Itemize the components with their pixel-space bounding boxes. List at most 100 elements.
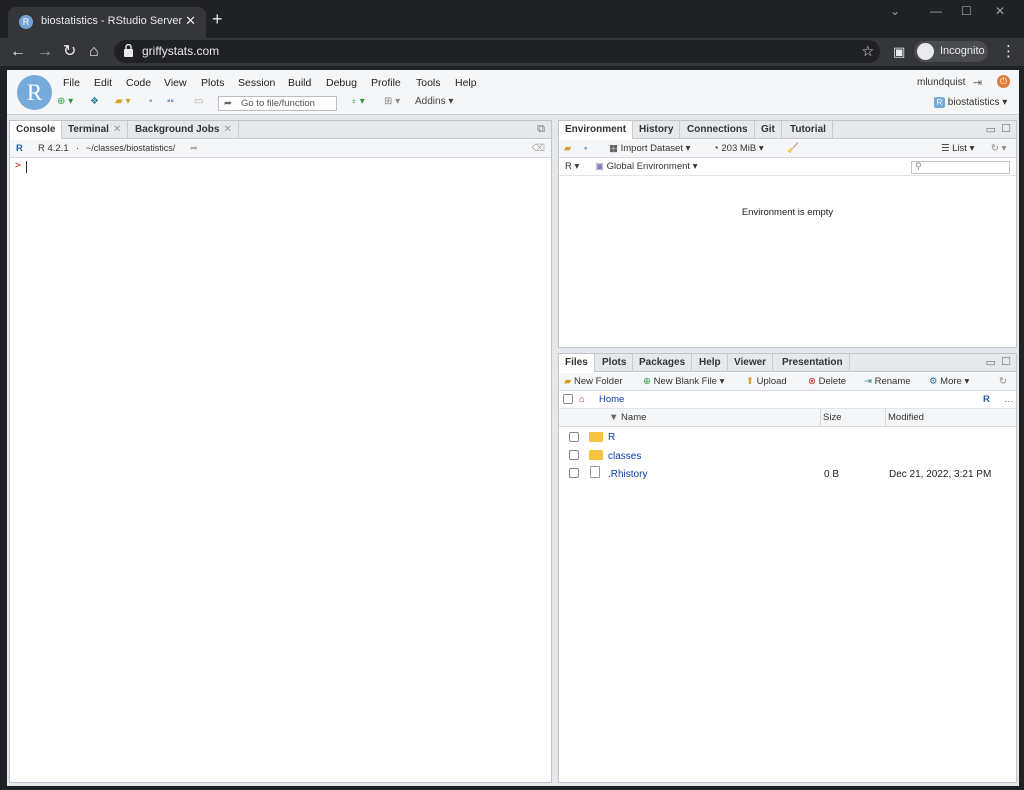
upload-button[interactable]: ⬆ Upload: [746, 376, 787, 387]
tab-presentation[interactable]: Presentation: [776, 354, 850, 372]
column-modified[interactable]: Modified: [888, 412, 924, 423]
file-row-classes[interactable]: classes: [559, 446, 1016, 464]
maximize-pane-icon[interactable]: ☐: [1001, 122, 1011, 135]
clear-workspace-icon[interactable]: 🧹: [787, 143, 799, 154]
menu-build[interactable]: Build: [288, 77, 311, 89]
close-jobs-icon[interactable]: ✕: [223, 124, 231, 135]
menu-code[interactable]: Code: [126, 77, 151, 89]
close-tab-icon[interactable]: ✕: [185, 13, 196, 29]
view-mode-select[interactable]: ☰ List ▾: [941, 143, 974, 154]
delete-button[interactable]: ⊗ Delete: [808, 376, 846, 387]
refresh-files-icon[interactable]: ↻: [999, 376, 1007, 387]
git-icon[interactable]: ⍖ ▾: [351, 96, 365, 107]
tab-terminal[interactable]: Terminal ✕: [62, 121, 129, 139]
window-close-icon[interactable]: ✕: [995, 4, 1005, 18]
menu-view[interactable]: View: [164, 77, 187, 89]
new-blank-file-button[interactable]: ⊕ New Blank File ▾: [643, 376, 724, 387]
arrow-right-icon: ➦: [224, 98, 232, 109]
tab-packages[interactable]: Packages: [633, 354, 693, 372]
bookmark-star-icon[interactable]: ☆: [861, 43, 874, 60]
import-dataset-button[interactable]: ▦ Import Dataset ▾: [609, 143, 690, 154]
console-input-area[interactable]: [10, 159, 551, 782]
column-size[interactable]: Size: [823, 412, 841, 423]
menu-session[interactable]: Session: [238, 77, 275, 89]
tab-history[interactable]: History: [633, 121, 681, 139]
restore-pane-icon[interactable]: ⧉: [537, 123, 545, 136]
file-name[interactable]: classes: [608, 451, 641, 462]
save-all-icon[interactable]: ▪▪: [167, 96, 174, 107]
tab-files[interactable]: Files: [559, 354, 595, 372]
file-name[interactable]: R: [608, 432, 615, 443]
go-to-dir-icon[interactable]: ➦: [190, 143, 198, 154]
minimize-files-pane-icon[interactable]: ▭: [986, 356, 996, 369]
forward-icon[interactable]: →: [37, 42, 53, 62]
home-icon[interactable]: ⌂: [89, 42, 99, 62]
back-icon[interactable]: ←: [10, 42, 26, 62]
tab-plots[interactable]: Plots: [596, 354, 634, 372]
menu-help[interactable]: Help: [455, 77, 477, 89]
menu-file[interactable]: File: [63, 77, 80, 89]
more-button[interactable]: ⚙ More ▾: [929, 376, 969, 387]
scope-select[interactable]: ▣ Global Environment ▾: [595, 161, 697, 172]
load-workspace-icon[interactable]: ▰: [564, 143, 571, 154]
menu-edit[interactable]: Edit: [94, 77, 112, 89]
maximize-icon[interactable]: ☐: [961, 4, 972, 18]
menu-debug[interactable]: Debug: [326, 77, 357, 89]
project-menu[interactable]: R biostatistics ▾: [934, 97, 1007, 108]
go-to-project-dir-icon[interactable]: R: [983, 394, 990, 405]
go-to-dir-ellipsis[interactable]: …: [1004, 394, 1014, 405]
maximize-files-pane-icon[interactable]: ☐: [1001, 355, 1011, 368]
refresh-environment-icon[interactable]: ↻ ▾: [991, 143, 1006, 154]
file-row-r[interactable]: R: [559, 428, 1016, 446]
go-to-file-input[interactable]: ➦ Go to file/function: [218, 96, 337, 111]
row-checkbox[interactable]: [569, 432, 579, 442]
new-project-icon[interactable]: ❖: [90, 96, 99, 107]
new-tab-icon[interactable]: +: [212, 9, 223, 29]
print-icon[interactable]: ▭: [194, 96, 203, 107]
select-all-checkbox[interactable]: [563, 394, 573, 404]
tab-background-jobs[interactable]: Background Jobs ✕: [129, 121, 239, 139]
workspace-panes-icon[interactable]: ⊞ ▾: [384, 96, 400, 107]
tab-tutorial[interactable]: Tutorial: [784, 121, 833, 139]
browser-tab[interactable]: R biostatistics - RStudio Server ✕: [8, 7, 206, 38]
addins-menu[interactable]: Addins ▾: [415, 96, 453, 107]
tab-viewer[interactable]: Viewer: [728, 354, 774, 372]
file-row-rhistory[interactable]: .Rhistory 0 B Dec 21, 2022, 3:21 PM: [559, 464, 1016, 482]
language-select[interactable]: R ▾: [565, 161, 579, 172]
tab-git[interactable]: Git: [755, 121, 782, 139]
environment-search-input[interactable]: ⚲: [911, 161, 1010, 174]
row-checkbox[interactable]: [569, 468, 579, 478]
save-icon[interactable]: ▪: [149, 96, 153, 107]
tab-console[interactable]: Console: [10, 121, 63, 139]
tab-help[interactable]: Help: [693, 354, 728, 372]
rename-button[interactable]: ⇥ Rename: [864, 376, 911, 387]
column-name[interactable]: ▼ Name: [609, 412, 646, 423]
minimize-pane-icon[interactable]: ▭: [986, 123, 996, 136]
row-checkbox[interactable]: [569, 450, 579, 460]
file-name[interactable]: .Rhistory: [608, 469, 647, 480]
menu-tools[interactable]: Tools: [416, 77, 441, 89]
reload-icon[interactable]: ↻: [63, 42, 76, 62]
open-file-icon[interactable]: ▰ ▾: [115, 96, 131, 107]
quit-session-icon[interactable]: ⏻: [997, 75, 1010, 88]
close-terminal-icon[interactable]: ✕: [113, 124, 121, 135]
clear-console-icon[interactable]: ⌫: [532, 143, 545, 154]
menu-profile[interactable]: Profile: [371, 77, 401, 89]
breadcrumb-home[interactable]: Home: [599, 394, 624, 405]
menu-plots[interactable]: Plots: [201, 77, 224, 89]
new-folder-button[interactable]: ▰ New Folder: [564, 376, 623, 387]
tab-environment[interactable]: Environment: [559, 121, 634, 139]
incognito-badge[interactable]: Incognito: [914, 41, 988, 62]
home-folder-icon[interactable]: ⌂: [579, 394, 585, 405]
chevron-down-icon[interactable]: ⌄: [890, 4, 900, 18]
tab-connections[interactable]: Connections: [681, 121, 755, 139]
save-workspace-icon[interactable]: ▪: [584, 143, 587, 154]
working-directory[interactable]: ~/classes/biostatistics/: [86, 143, 175, 153]
address-bar[interactable]: griffystats.com ☆: [114, 40, 880, 63]
browser-menu-icon[interactable]: ⋮: [1001, 42, 1016, 60]
minimize-icon[interactable]: —: [930, 4, 942, 18]
side-panel-icon[interactable]: ▣: [893, 42, 905, 62]
sign-out-icon[interactable]: ⇥: [973, 76, 982, 89]
new-file-icon[interactable]: ⊕ ▾: [57, 96, 73, 107]
memory-usage-button[interactable]: ◔ 203 MiB ▾: [713, 143, 764, 154]
